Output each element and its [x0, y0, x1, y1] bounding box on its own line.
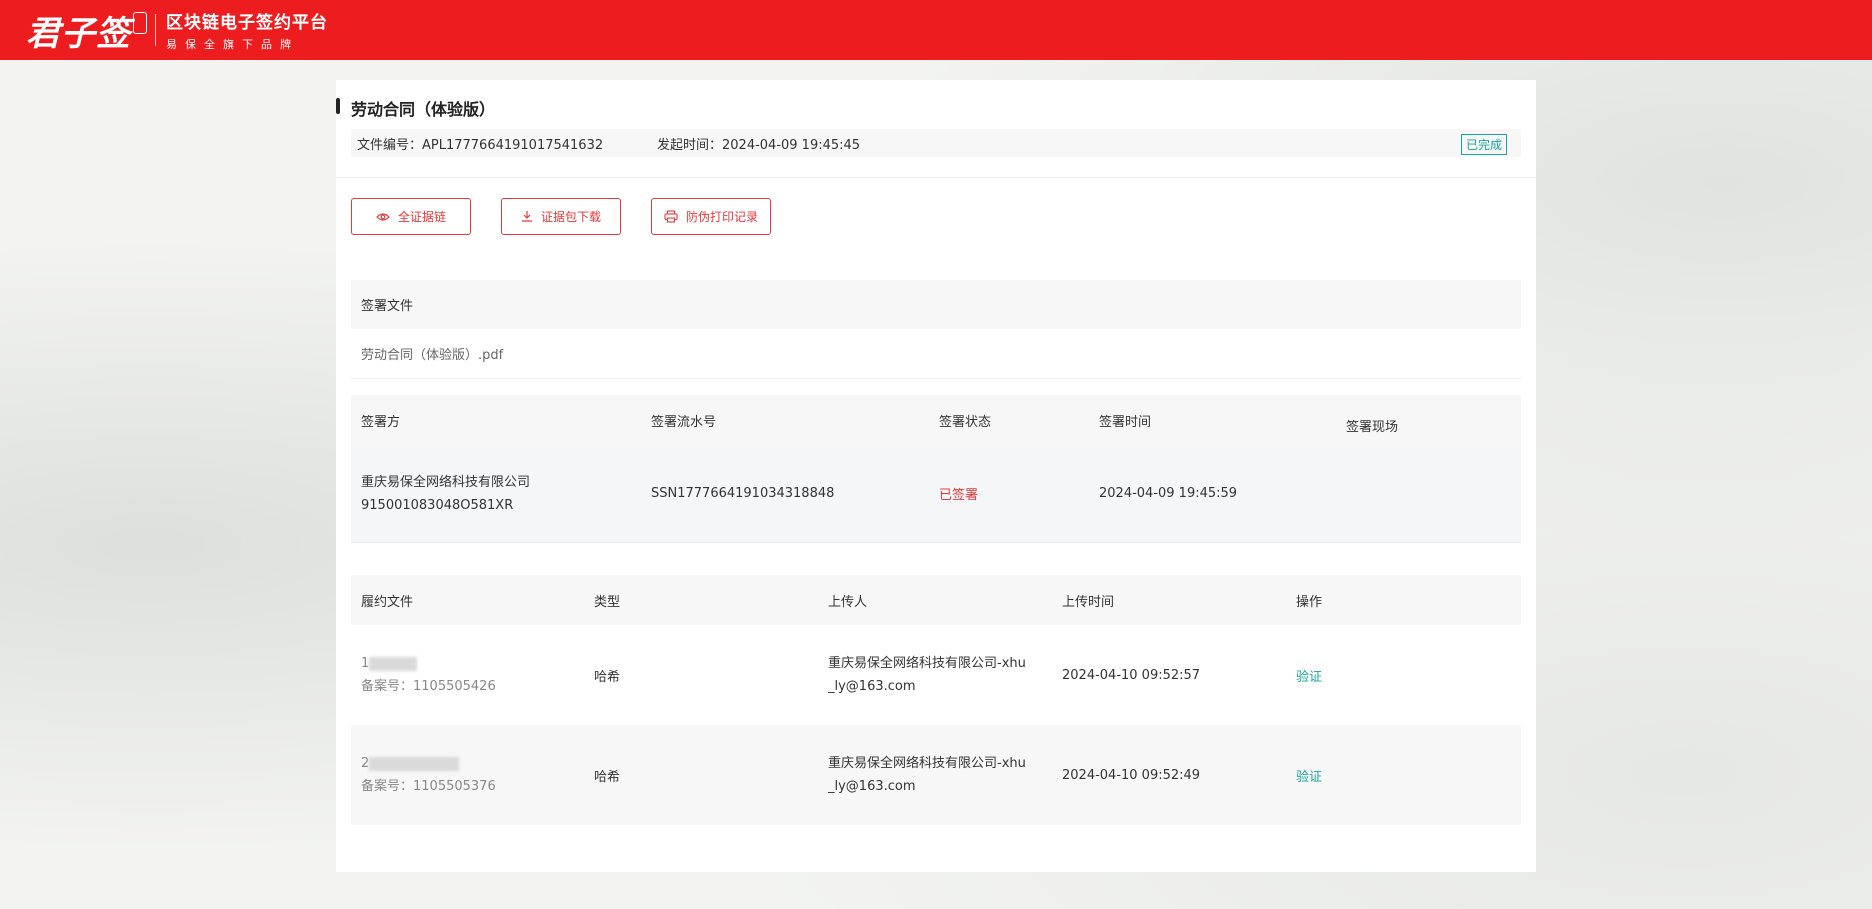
table-row: 1 备案号：1105505426 哈希 重庆易保全网络科技有限公司-xhu _l… — [351, 625, 1521, 725]
platform-label: 区块链电子签约平台 易保全旗下品牌 — [166, 8, 328, 52]
verify-link[interactable]: 验证 — [1296, 666, 1322, 685]
sign-files-section: 签署文件 劳动合同（体验版）.pdf — [351, 280, 1521, 379]
uploader-line1: 重庆易保全网络科技有限公司-xhu — [828, 756, 1026, 771]
perf-file-info: 2 备案号：1105505376 — [361, 752, 496, 798]
title-accent-bar — [336, 98, 340, 114]
evidence-chain-label: 全证据链 — [397, 210, 446, 224]
platform-title: 区块链电子签约平台 — [166, 13, 328, 33]
logo-divider — [155, 14, 156, 46]
perf-file-name: 1 — [361, 652, 496, 675]
perf-type: 哈希 — [594, 769, 621, 785]
signer-party: 重庆易保全网络科技有限公司 915001083048O581XR — [361, 471, 530, 517]
platform-subtitle: 易保全旗下品牌 — [166, 38, 299, 51]
print-record-button[interactable]: 防伪打印记录 — [651, 198, 771, 235]
perf-header-row: 履约文件 类型 上传人 上传时间 操作 — [351, 575, 1521, 625]
perf-uploader: 重庆易保全网络科技有限公司-xhu _ly@163.com — [828, 652, 1026, 698]
col-upload-time: 上传时间 — [1062, 594, 1115, 610]
redacted-filename — [369, 656, 418, 671]
redacted-filename — [369, 756, 460, 771]
performance-files-table: 履约文件 类型 上传人 上传时间 操作 1 备案号：1105505426 哈希 … — [351, 575, 1521, 825]
signers-table: 签署方 签署流水号 签署状态 签署时间 签署现场 重庆易保全网络科技有限公司 9… — [351, 395, 1521, 543]
contract-title: 劳动合同（体验版） — [351, 100, 496, 119]
col-status: 签署状态 — [939, 414, 992, 430]
download-evidence-label: 证据包下载 — [540, 210, 601, 224]
perf-upload-time: 2024-04-10 09:52:57 — [1062, 667, 1201, 683]
perf-uploader: 重庆易保全网络科技有限公司-xhu _ly@163.com — [828, 752, 1026, 798]
uploader-line2: _ly@163.com — [828, 679, 916, 694]
download-evidence-button[interactable]: 证据包下载 — [501, 198, 621, 235]
doc-number: 文件编号：APL1777664191017541632 — [357, 137, 604, 153]
printer-icon — [664, 210, 678, 223]
status-badge: 已完成 — [1460, 134, 1507, 155]
sign-time: 2024-04-09 19:45:59 — [1099, 486, 1238, 501]
start-time: 发起时间：2024-04-09 19:45:45 — [657, 137, 861, 153]
print-record-label: 防伪打印记录 — [685, 210, 758, 224]
col-serial: 签署流水号 — [651, 414, 717, 430]
sign-serial: SSN1777664191034318848 — [651, 486, 835, 501]
col-time: 签署时间 — [1099, 414, 1152, 430]
divider — [336, 177, 1536, 178]
seal-icon — [133, 12, 147, 34]
uploader-line2: _ly@163.com — [828, 779, 916, 794]
perf-record-no: 备案号：1105505376 — [361, 779, 496, 794]
eye-icon — [376, 212, 390, 221]
col-site: 签署现场 — [1346, 420, 1399, 435]
verify-link[interactable]: 验证 — [1296, 766, 1322, 785]
col-uploader: 上传人 — [828, 594, 868, 610]
signers-header-row: 签署方 签署流水号 签署状态 签署时间 签署现场 — [351, 395, 1521, 445]
perf-record-no: 备案号：1105505426 — [361, 679, 496, 694]
col-perf-file: 履约文件 — [361, 594, 414, 610]
perf-type: 哈希 — [594, 669, 621, 685]
sign-files-header: 签署文件 — [351, 280, 1521, 329]
perf-file-name: 2 — [361, 752, 496, 775]
uploader-line1: 重庆易保全网络科技有限公司-xhu — [828, 656, 1026, 671]
signer-credit-code: 915001083048O581XR — [361, 497, 514, 513]
evidence-chain-button[interactable]: 全证据链 — [351, 198, 471, 235]
brand-logo: 君子签 — [26, 13, 131, 54]
contract-meta-bar: 文件编号：APL1777664191017541632 发起时间：2024-04… — [351, 129, 1521, 157]
col-type: 类型 — [594, 594, 621, 610]
sign-file-item[interactable]: 劳动合同（体验版）.pdf — [351, 329, 1521, 379]
signer-name: 重庆易保全网络科技有限公司 — [361, 474, 531, 490]
perf-file-info: 1 备案号：1105505426 — [361, 652, 496, 698]
download-icon — [521, 211, 532, 222]
contract-detail-card: 劳动合同（体验版） 文件编号：APL1777664191017541632 发起… — [336, 80, 1536, 872]
sign-status: 已签署 — [939, 488, 979, 503]
perf-upload-time: 2024-04-10 09:52:49 — [1062, 767, 1201, 783]
table-row: 2 备案号：1105505376 哈希 重庆易保全网络科技有限公司-xhu _l… — [351, 725, 1521, 825]
top-header: 君子签 区块链电子签约平台 易保全旗下品牌 — [0, 0, 1872, 60]
col-signer: 签署方 — [361, 414, 401, 430]
table-row: 重庆易保全网络科技有限公司 915001083048O581XR SSN1777… — [351, 445, 1521, 543]
col-action: 操作 — [1296, 594, 1323, 610]
